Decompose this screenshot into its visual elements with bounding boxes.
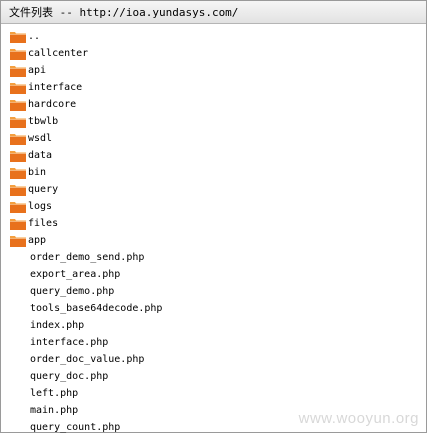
file-name: query_count.php: [30, 422, 121, 433]
file-name: order_demo_send.php: [30, 252, 145, 263]
file-name: index.php: [30, 320, 85, 331]
folder-item[interactable]: app: [10, 232, 426, 249]
folder-icon: [10, 116, 26, 128]
file-icon: [10, 269, 26, 281]
folder-item[interactable]: data: [10, 147, 426, 164]
file-list: .. callcenter api interface hardcore tbwlb wsd…: [1, 24, 426, 436]
file-name: main.php: [30, 405, 79, 416]
file-name: files: [28, 218, 59, 229]
file-name: export_area.php: [30, 269, 121, 280]
folder-icon: [10, 65, 26, 77]
watermark: www.wooyun.org: [298, 410, 419, 427]
file-name: query_doc.php: [30, 371, 109, 382]
file-item[interactable]: query_demo.php: [10, 283, 426, 300]
file-icon: [10, 286, 26, 298]
file-name: interface: [28, 82, 83, 93]
file-item[interactable]: tools_base64decode.php: [10, 300, 426, 317]
folder-item[interactable]: callcenter: [10, 45, 426, 62]
file-name: query: [28, 184, 59, 195]
folder-icon: [10, 150, 26, 162]
file-item[interactable]: order_demo_send.php: [10, 249, 426, 266]
folder-item[interactable]: api: [10, 62, 426, 79]
file-name: tools_base64decode.php: [30, 303, 163, 314]
folder-item[interactable]: ..: [10, 28, 426, 45]
file-icon: [10, 388, 26, 400]
file-name: left.php: [30, 388, 79, 399]
file-name: order_doc_value.php: [30, 354, 145, 365]
folder-item[interactable]: bin: [10, 164, 426, 181]
file-icon: [10, 337, 26, 349]
file-icon: [10, 354, 26, 366]
folder-icon: [10, 167, 26, 179]
file-icon: [10, 371, 26, 383]
file-name: ..: [28, 31, 41, 42]
file-item[interactable]: order_doc_value.php: [10, 351, 426, 368]
file-name: logs: [28, 201, 53, 212]
folder-item[interactable]: wsdl: [10, 130, 426, 147]
file-name: hardcore: [28, 99, 77, 110]
file-item[interactable]: left.php: [10, 385, 426, 402]
folder-icon: [10, 133, 26, 145]
file-name: tbwlb: [28, 116, 59, 127]
file-name: callcenter: [28, 48, 89, 59]
folder-icon: [10, 99, 26, 111]
file-item[interactable]: export_area.php: [10, 266, 426, 283]
file-name: query_demo.php: [30, 286, 115, 297]
folder-icon: [10, 201, 26, 213]
file-list-window: 文件列表 -- http://ioa.yundasys.com/ .. callc…: [0, 0, 427, 433]
file-icon: [10, 405, 26, 417]
file-list-title: 文件列表 -- http://ioa.yundasys.com/: [9, 6, 239, 19]
file-icon: [10, 303, 26, 315]
file-name: api: [28, 65, 47, 76]
file-icon: [10, 252, 26, 264]
file-item[interactable]: interface.php: [10, 334, 426, 351]
folder-item[interactable]: logs: [10, 198, 426, 215]
file-item[interactable]: query_doc.php: [10, 368, 426, 385]
folder-icon: [10, 235, 26, 247]
file-name: data: [28, 150, 53, 161]
file-list-header: 文件列表 -- http://ioa.yundasys.com/: [1, 1, 426, 24]
folder-item[interactable]: tbwlb: [10, 113, 426, 130]
file-name: app: [28, 235, 47, 246]
folder-item[interactable]: files: [10, 215, 426, 232]
file-icon: [10, 320, 26, 332]
folder-icon: [10, 31, 26, 43]
folder-icon: [10, 184, 26, 196]
folder-icon: [10, 82, 26, 94]
folder-item[interactable]: hardcore: [10, 96, 426, 113]
folder-icon: [10, 218, 26, 230]
file-icon: [10, 422, 26, 434]
file-name: bin: [28, 167, 47, 178]
folder-item[interactable]: query: [10, 181, 426, 198]
file-name: wsdl: [28, 133, 53, 144]
file-item[interactable]: index.php: [10, 317, 426, 334]
folder-icon: [10, 48, 26, 60]
file-name: interface.php: [30, 337, 109, 348]
folder-item[interactable]: interface: [10, 79, 426, 96]
